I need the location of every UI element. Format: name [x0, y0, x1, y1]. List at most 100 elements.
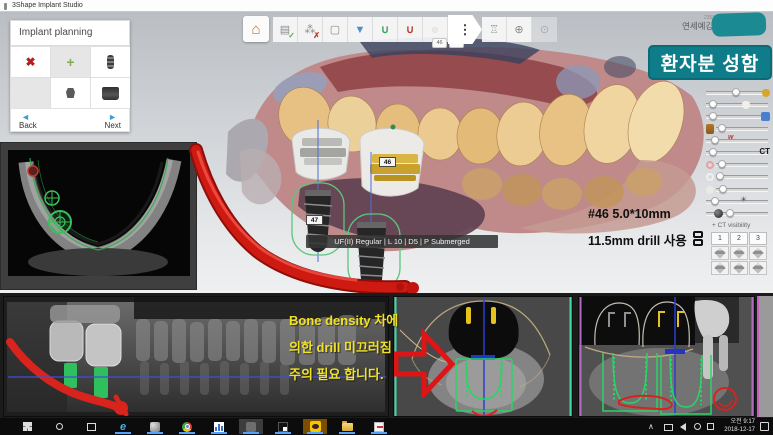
slider-nerve[interactable]: w [706, 136, 770, 146]
tray-app2-icon[interactable] [707, 423, 714, 430]
tray-app-icon[interactable] [694, 423, 701, 430]
network-icon[interactable] [664, 424, 673, 431]
step-tooth-align[interactable]: ▼ [348, 17, 373, 42]
back-button[interactable]: Back [19, 121, 37, 130]
delete-implant-button[interactable]: ✖ [11, 47, 50, 77]
crown-material-icon [706, 124, 714, 134]
workflow-steps: ▤✓ ⁂✗ ▢ ▼ ∪ ∪ ● ⋮ ♖ ⊕ ⊙ [273, 17, 557, 42]
step-lower-arch[interactable]: ∪ [373, 17, 398, 42]
restoration-icon: ♖ [489, 23, 499, 36]
slider-brightness[interactable]: ☀ [706, 197, 770, 207]
add-implant-button[interactable]: + [51, 47, 90, 77]
view-cube-button[interactable] [730, 261, 748, 275]
slider-sphere[interactable] [706, 209, 770, 219]
annotation-line-3: 주의 필요 합니다. [289, 361, 398, 388]
slider-ct[interactable]: CT [706, 148, 770, 158]
chart-app-button[interactable] [207, 419, 231, 434]
slider-teeth-upper[interactable] [706, 88, 770, 98]
slider-outline[interactable] [706, 172, 770, 182]
slider-gum[interactable] [706, 160, 770, 170]
implant-icon [107, 55, 114, 69]
clinic-name: 연세예김 [682, 20, 713, 32]
file-explorer-button[interactable] [335, 419, 359, 434]
add-icon: + [66, 54, 74, 70]
tray-chevron-icon[interactable]: ∧ [648, 422, 654, 431]
implant-47-tag[interactable]: 47 [306, 215, 323, 225]
step-scan[interactable]: ⁂✗ [298, 17, 323, 42]
title-bar[interactable]: 3Shape Implant Studio [0, 0, 773, 12]
step-restoration[interactable]: ♖ [482, 17, 507, 42]
implant-studio-window: 3Shape Implant Studio [0, 0, 773, 435]
chrome-button[interactable] [175, 419, 199, 434]
step-volume[interactable]: ▢ [323, 17, 348, 42]
redaction-blob [712, 12, 767, 37]
axial-ct-panel[interactable] [0, 142, 197, 290]
planning-tools: ✖ + [10, 46, 130, 108]
view-cube-button[interactable] [749, 246, 767, 260]
implant-studio-taskbar-button[interactable] [239, 419, 263, 434]
clock-date: 2018-12-17 [724, 427, 755, 435]
view-cube-button[interactable] [711, 246, 729, 260]
delete-icon: ✖ [25, 55, 35, 69]
kakaotalk-icon [310, 421, 321, 432]
red-arrow-annotation [394, 328, 456, 398]
step-disabled: ⊙ [532, 17, 557, 42]
slider-teeth-lower[interactable] [706, 100, 770, 110]
ie-button[interactable]: e [111, 419, 135, 434]
start-button[interactable] [15, 419, 39, 434]
notification-center-icon[interactable] [760, 422, 769, 431]
home-button[interactable]: ⌂ [243, 16, 269, 42]
task-view-button[interactable] [79, 419, 103, 434]
home-icon: ⌂ [251, 21, 260, 38]
cross-section-view-3-partial[interactable] [757, 296, 773, 417]
search-button[interactable] [47, 419, 71, 434]
ct-visibility-section[interactable]: + CT visibility [712, 222, 750, 229]
implant-planning-panel: Implant planning ✖ + ◄ Back ► Next [10, 20, 130, 132]
x-mark-icon: ✗ [313, 31, 320, 40]
step-export[interactable]: ⊕ [507, 17, 532, 42]
ct-view-1-button[interactable]: 1 [711, 232, 729, 245]
step-upper-arch[interactable]: ∪ [398, 17, 423, 42]
abutment-icon [66, 88, 75, 98]
office-app-button[interactable] [367, 419, 391, 434]
cross-section-view-2[interactable] [578, 296, 755, 417]
slider-scan-blue[interactable] [706, 112, 770, 122]
volume-icon[interactable] [680, 423, 686, 431]
notepad-app-button[interactable] [271, 419, 295, 434]
gold-tooth-icon [762, 89, 770, 97]
export-globe-icon: ⊕ [514, 23, 523, 36]
warning-annotation: Bone density 차에 의한 drill 미끄러짐 주의 필요 합니다. [289, 307, 398, 388]
implant-button[interactable] [91, 47, 130, 77]
crown-button[interactable] [91, 78, 130, 108]
view-cube-button[interactable] [730, 246, 748, 260]
implant-spec-tooltip: UF(II) Regular | L 10 | D5 | P Submerged [306, 235, 498, 248]
notepad-icon [278, 422, 288, 432]
ct-view-2-button[interactable]: 2 [730, 232, 748, 245]
taskbar-clock[interactable]: 오전 9:17 2018-12-17 [724, 419, 755, 434]
cross-section-2-image [579, 297, 754, 416]
search-icon [56, 423, 63, 430]
slider-model[interactable] [706, 185, 770, 195]
view-orientation-grid [711, 246, 769, 275]
view-cube-button[interactable] [711, 261, 729, 275]
panel-title: Implant planning [10, 20, 130, 46]
step-order-form[interactable]: ▤✓ [273, 17, 298, 42]
view-cube-button[interactable] [749, 261, 767, 275]
next-button[interactable]: Next [105, 121, 121, 130]
ct-visibility-label: CT visibility [718, 222, 751, 229]
cube-icon [714, 247, 725, 258]
step-implant-planning[interactable]: ⋮ [448, 15, 482, 44]
kakaotalk-button[interactable] [303, 419, 327, 434]
design-app-button[interactable] [143, 419, 167, 434]
implant-46-tag[interactable]: 46 [379, 157, 396, 167]
slider-crown[interactable] [706, 124, 770, 134]
tooth-46-button[interactable]: 46 [432, 38, 447, 48]
windows-logo-icon [23, 422, 32, 431]
ct-view-3-button[interactable]: 3 [749, 232, 767, 245]
abutment-button[interactable] [51, 78, 90, 108]
annotation-line-1: Bone density 차에 [289, 307, 398, 334]
nerve-marker-icon: w [728, 134, 733, 141]
chrome-icon [182, 422, 192, 432]
volume-box-icon: ▢ [330, 23, 340, 36]
cube-icon [714, 262, 725, 273]
